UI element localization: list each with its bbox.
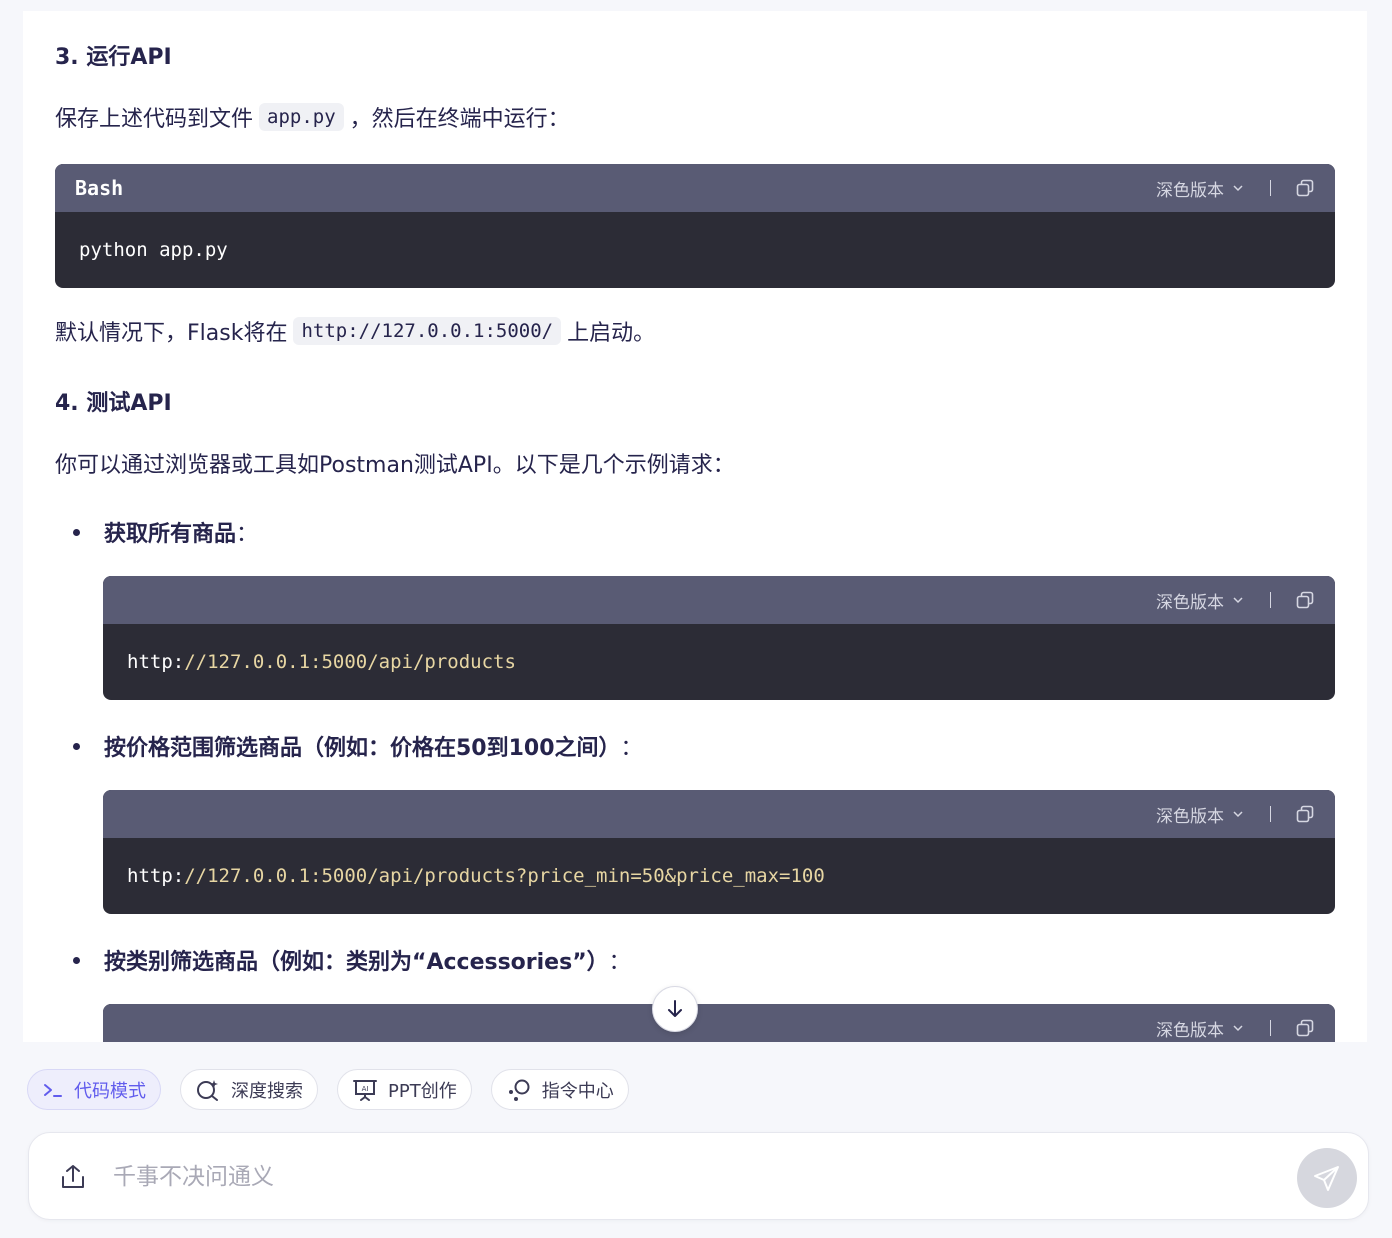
theme-dropdown[interactable]: 深色版本 xyxy=(1156,1016,1244,1041)
code-block-body: http://127.0.0.1:5000/api/products?price… xyxy=(103,838,1335,914)
chevron-down-icon xyxy=(1233,185,1243,192)
code-block-header: 深色版本 xyxy=(103,576,1335,624)
copy-icon[interactable] xyxy=(1295,1018,1315,1038)
section-3-text-before: 保存上述代码到文件 xyxy=(55,107,254,132)
theme-dropdown-label: 深色版本 xyxy=(1156,592,1224,613)
toolbar-divider xyxy=(1270,1020,1271,1036)
inline-code-app-py: app.py xyxy=(259,103,344,131)
code-block-header: 深色版本 xyxy=(103,790,1335,838)
code-block-run: Bash 深色版本 python app.py xyxy=(55,164,1335,288)
toolbar-divider xyxy=(1270,592,1271,608)
list-item-suffix: ： xyxy=(236,522,259,547)
copy-icon[interactable] xyxy=(1295,804,1315,824)
send-button[interactable] xyxy=(1297,1148,1357,1208)
copy-icon[interactable] xyxy=(1295,590,1315,610)
arrow-down-icon xyxy=(668,1000,682,1017)
code-url-scheme: http: xyxy=(127,651,185,673)
code-block-example-3: 深色版本 xyxy=(103,1004,1335,1042)
toolbar-divider xyxy=(1270,180,1271,196)
prompt-input[interactable] xyxy=(113,1155,1263,1199)
default-text-before: 默认情况下，Flask将在 xyxy=(55,321,288,346)
scroll-to-bottom-button[interactable] xyxy=(652,986,698,1032)
theme-dropdown[interactable]: 深色版本 xyxy=(1156,802,1244,827)
theme-dropdown-label: 深色版本 xyxy=(1156,1020,1224,1041)
copy-icon[interactable] xyxy=(1295,178,1315,198)
upload-icon xyxy=(62,1165,84,1188)
list-item-label: 按价格范围筛选商品（例如：价格在50到100之间） xyxy=(104,736,621,761)
chip-deep-search[interactable]: 深度搜索 xyxy=(180,1069,318,1110)
code-url-path: //127.0.0.1:5000/api/products?price_min=… xyxy=(184,865,825,887)
theme-dropdown-label: 深色版本 xyxy=(1156,806,1224,827)
terminal-icon xyxy=(44,1083,62,1097)
code-block-header: 深色版本 xyxy=(103,1004,1335,1042)
default-host-paragraph: 默认情况下，Flask将在 http://127.0.0.1:5000/ 上启动… xyxy=(55,315,655,347)
list-item: 按类别筛选商品（例如：类别为“Accessories”） ： xyxy=(73,944,631,976)
list-item-suffix: ： xyxy=(608,950,631,975)
list-item-label: 按类别筛选商品（例如：类别为“Accessories”） xyxy=(104,950,609,975)
chevron-down-icon xyxy=(1233,1025,1243,1032)
bullet-dot xyxy=(73,956,80,964)
svg-text:AI: AI xyxy=(362,1085,369,1093)
section-3-heading: 3. 运行API xyxy=(55,45,172,70)
list-item-label: 获取所有商品 xyxy=(104,522,237,547)
send-icon xyxy=(1314,1166,1339,1191)
chat-message-content: 3. 运行API 保存上述代码到文件 app.py ，然后在终端中运行： Bas… xyxy=(23,11,1367,1042)
chip-label: PPT创作 xyxy=(388,1080,457,1102)
code-block-tools: 深色版本 xyxy=(1156,1016,1315,1041)
section-4-intro: 你可以通过浏览器或工具如Postman测试API。以下是几个示例请求： xyxy=(55,453,735,478)
bullet-dot xyxy=(73,742,80,750)
code-block-tools: 深色版本 xyxy=(1156,802,1315,827)
theme-dropdown[interactable]: 深色版本 xyxy=(1156,588,1244,613)
code-block-example-1: 深色版本 http://127.0.0.1:5000/api/products xyxy=(103,576,1335,700)
theme-dropdown-label: 深色版本 xyxy=(1156,180,1224,201)
section-3-text-after: ，然后在终端中运行： xyxy=(349,107,570,132)
chevron-down-icon xyxy=(1233,811,1243,818)
code-block-header: Bash 深色版本 xyxy=(55,164,1335,212)
list-item: 获取所有商品 ： xyxy=(73,516,258,548)
chip-label: 深度搜索 xyxy=(231,1080,303,1102)
chip-ppt-creation[interactable]: AI PPT创作 xyxy=(337,1069,472,1110)
search-sparkle-icon xyxy=(197,1079,218,1101)
code-block-tools: 深色版本 xyxy=(1156,176,1315,201)
default-text-after: 上启动。 xyxy=(567,321,656,346)
code-block-body: python app.py xyxy=(79,239,228,261)
chip-label: 指令中心 xyxy=(541,1080,614,1102)
chip-command-center[interactable]: 指令中心 xyxy=(490,1069,629,1110)
inline-code-url: http://127.0.0.1:5000/ xyxy=(293,317,562,345)
code-language-label: Bash xyxy=(75,176,124,200)
presentation-icon: AI xyxy=(353,1079,377,1101)
code-url-scheme: http: xyxy=(127,865,185,887)
toolbar-divider xyxy=(1270,806,1271,822)
chip-code-mode[interactable]: 代码模式 xyxy=(27,1069,161,1110)
code-block-body: http://127.0.0.1:5000/api/products xyxy=(103,624,1335,700)
list-item-suffix: ： xyxy=(620,736,643,761)
upload-button[interactable] xyxy=(59,1163,87,1195)
code-block-example-2: 深色版本 http://127.0.0.1:5000/api/products?… xyxy=(103,790,1335,914)
mode-chip-bar: 代码模式 深度搜索 AI PPT创作 指令中心 xyxy=(27,1069,629,1110)
chat-input-bar xyxy=(28,1132,1369,1220)
bullet-dot xyxy=(73,528,80,536)
chevron-down-icon xyxy=(1233,597,1243,604)
section-3-paragraph: 保存上述代码到文件 app.py ，然后在终端中运行： xyxy=(55,101,570,133)
theme-dropdown[interactable]: 深色版本 xyxy=(1156,176,1244,201)
chip-label: 代码模式 xyxy=(74,1080,146,1102)
code-block-tools: 深色版本 xyxy=(1156,588,1315,613)
list-item: 按价格范围筛选商品（例如：价格在50到100之间） ： xyxy=(73,730,643,762)
code-url-path: //127.0.0.1:5000/api/products xyxy=(184,651,516,673)
section-4-heading: 4. 测试API xyxy=(55,391,172,416)
command-center-icon xyxy=(508,1079,530,1101)
